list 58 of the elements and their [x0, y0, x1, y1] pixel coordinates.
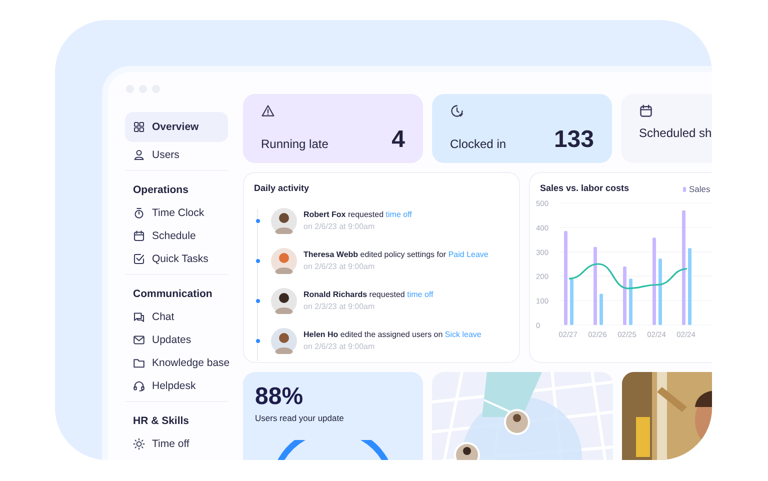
section-heading: Operations	[132, 182, 190, 198]
bar	[623, 266, 626, 325]
calendar-icon	[133, 230, 145, 242]
chat-icon	[133, 310, 145, 322]
timeline-dot	[256, 259, 260, 263]
timeline-dot	[256, 339, 260, 343]
timeline-dot	[256, 219, 260, 223]
sidebar-item[interactable]: Knowledge base	[125, 351, 228, 374]
activity-text: Helen Ho edited the assigned users on Sick leave	[304, 329, 482, 341]
timeline-dot	[256, 299, 260, 303]
bar	[658, 258, 662, 325]
calendar-icon	[639, 104, 653, 118]
stat-value: 133	[554, 126, 594, 154]
activity-time: on 2/6/23 at 9:00am	[304, 221, 376, 233]
activity-text: Robert Fox requested time off	[304, 209, 412, 221]
headset-icon	[133, 380, 145, 392]
stat-label: Scheduled shi	[639, 126, 712, 142]
check-icon	[133, 252, 145, 264]
legend-swatch	[683, 186, 686, 192]
stat-label: Running late	[261, 137, 328, 153]
activity-time: on 2/6/23 at 9:00am	[304, 261, 376, 273]
activity-text: Ronald Richards requested time off	[304, 289, 434, 301]
mail-icon	[133, 334, 145, 346]
sidebar-item[interactable]: Quick Tasks	[125, 247, 228, 270]
card-title: Daily activity	[254, 183, 310, 193]
grid-icon	[133, 121, 145, 133]
activity-text: Theresa Webb edited policy settings for Paid Leave	[304, 249, 488, 261]
stat-label: Clocked in	[450, 137, 506, 153]
clock-icon	[450, 104, 464, 118]
sidebar-item[interactable]: Schedule	[125, 224, 228, 247]
section-heading: HR & Skills	[132, 414, 190, 428]
stat-value: 4	[392, 126, 405, 154]
section-heading: Communication	[132, 286, 214, 302]
sun-icon	[133, 438, 145, 450]
sidebar-item[interactable]: Helpdesk	[125, 374, 228, 397]
avatar	[270, 248, 296, 274]
bar	[570, 278, 574, 325]
warning-icon	[261, 104, 275, 118]
bar	[629, 278, 632, 325]
sidebar-item[interactable]: Updates	[125, 328, 228, 351]
sidebar-item[interactable]: Time Clock	[125, 201, 228, 224]
sidebar-item[interactable]: Chat	[125, 305, 228, 328]
sidebar-item[interactable]: Overview	[125, 112, 228, 142]
activity-time: on 2/6/23 at 9:00am	[304, 341, 376, 353]
avatar	[270, 208, 296, 234]
card-title: Sales vs. labor costs	[540, 183, 630, 193]
legend-label: Sales	[689, 184, 710, 194]
stopwatch-icon	[133, 206, 145, 218]
avatar	[270, 328, 296, 354]
avatar	[270, 288, 296, 314]
stat-caption: Users read your update	[255, 413, 345, 423]
user-icon	[133, 148, 145, 160]
folder-icon	[133, 356, 145, 368]
stat-value: 88%	[255, 384, 304, 410]
sidebar-item[interactable]: Users	[125, 143, 228, 166]
activity-time: on 2/3/23 at 9:00am	[304, 301, 376, 313]
sidebar-item[interactable]: Time off	[125, 432, 228, 455]
bar	[600, 294, 603, 325]
